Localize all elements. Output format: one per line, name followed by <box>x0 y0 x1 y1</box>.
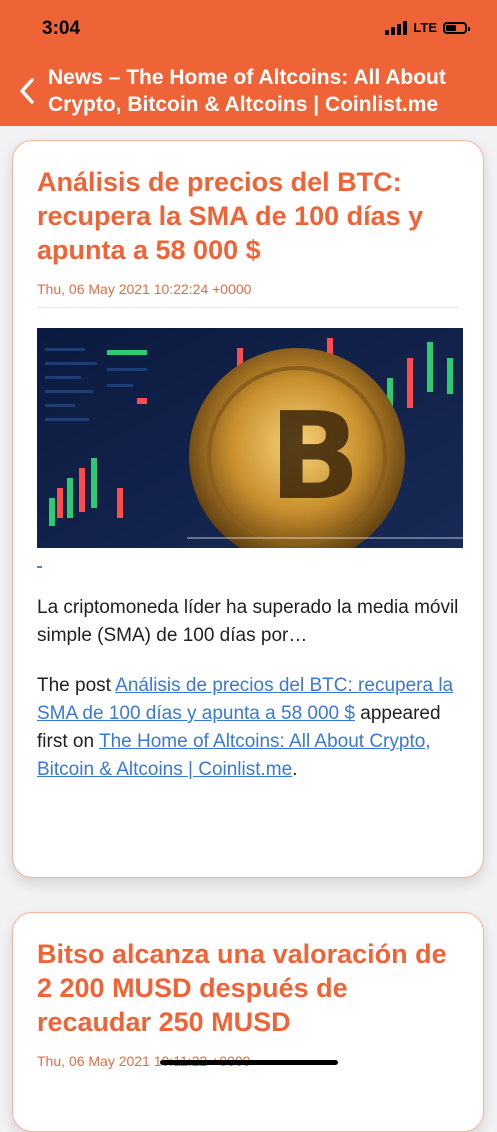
status-indicators: LTE <box>385 20 470 35</box>
signal-icon <box>385 20 408 35</box>
status-time: 3:04 <box>42 18 81 39</box>
article-date: Thu, 06 May 2021 10:22:24 +0000 <box>37 281 252 297</box>
app-header: 3:04 LTE News – The Home of Altcoins: Al… <box>0 0 497 126</box>
battery-icon <box>443 21 470 34</box>
article-image[interactable]: B <box>37 328 463 548</box>
article-title[interactable]: Análisis de precios del BTC: recupera la… <box>37 165 459 267</box>
svg-text:B: B <box>269 388 360 527</box>
post-suffix: . <box>292 759 298 780</box>
network-label: LTE <box>413 20 437 35</box>
page-title: News – The Home of Altcoins: All About C… <box>48 66 446 116</box>
home-indicator[interactable] <box>160 1060 338 1065</box>
bitcoin-chart-illustration: B <box>37 328 463 548</box>
back-chevron-icon[interactable] <box>16 76 40 106</box>
nav-bar: News – The Home of Altcoins: All About C… <box>0 62 497 120</box>
post-prefix: The post <box>37 675 116 696</box>
divider <box>37 307 459 308</box>
article-title[interactable]: Bitso alcanza una valoración de 2 200 MU… <box>37 937 459 1039</box>
caption-link[interactable] <box>37 566 42 568</box>
post-attribution: The post Análisis de precios del BTC: re… <box>37 672 459 784</box>
article-excerpt: La criptomoneda líder ha superado la med… <box>37 597 459 646</box>
article-card[interactable]: Análisis de precios del BTC: recupera la… <box>12 140 484 878</box>
status-bar: 3:04 LTE <box>0 0 497 60</box>
article-card[interactable]: Bitso alcanza una valoración de 2 200 MU… <box>12 912 484 1132</box>
